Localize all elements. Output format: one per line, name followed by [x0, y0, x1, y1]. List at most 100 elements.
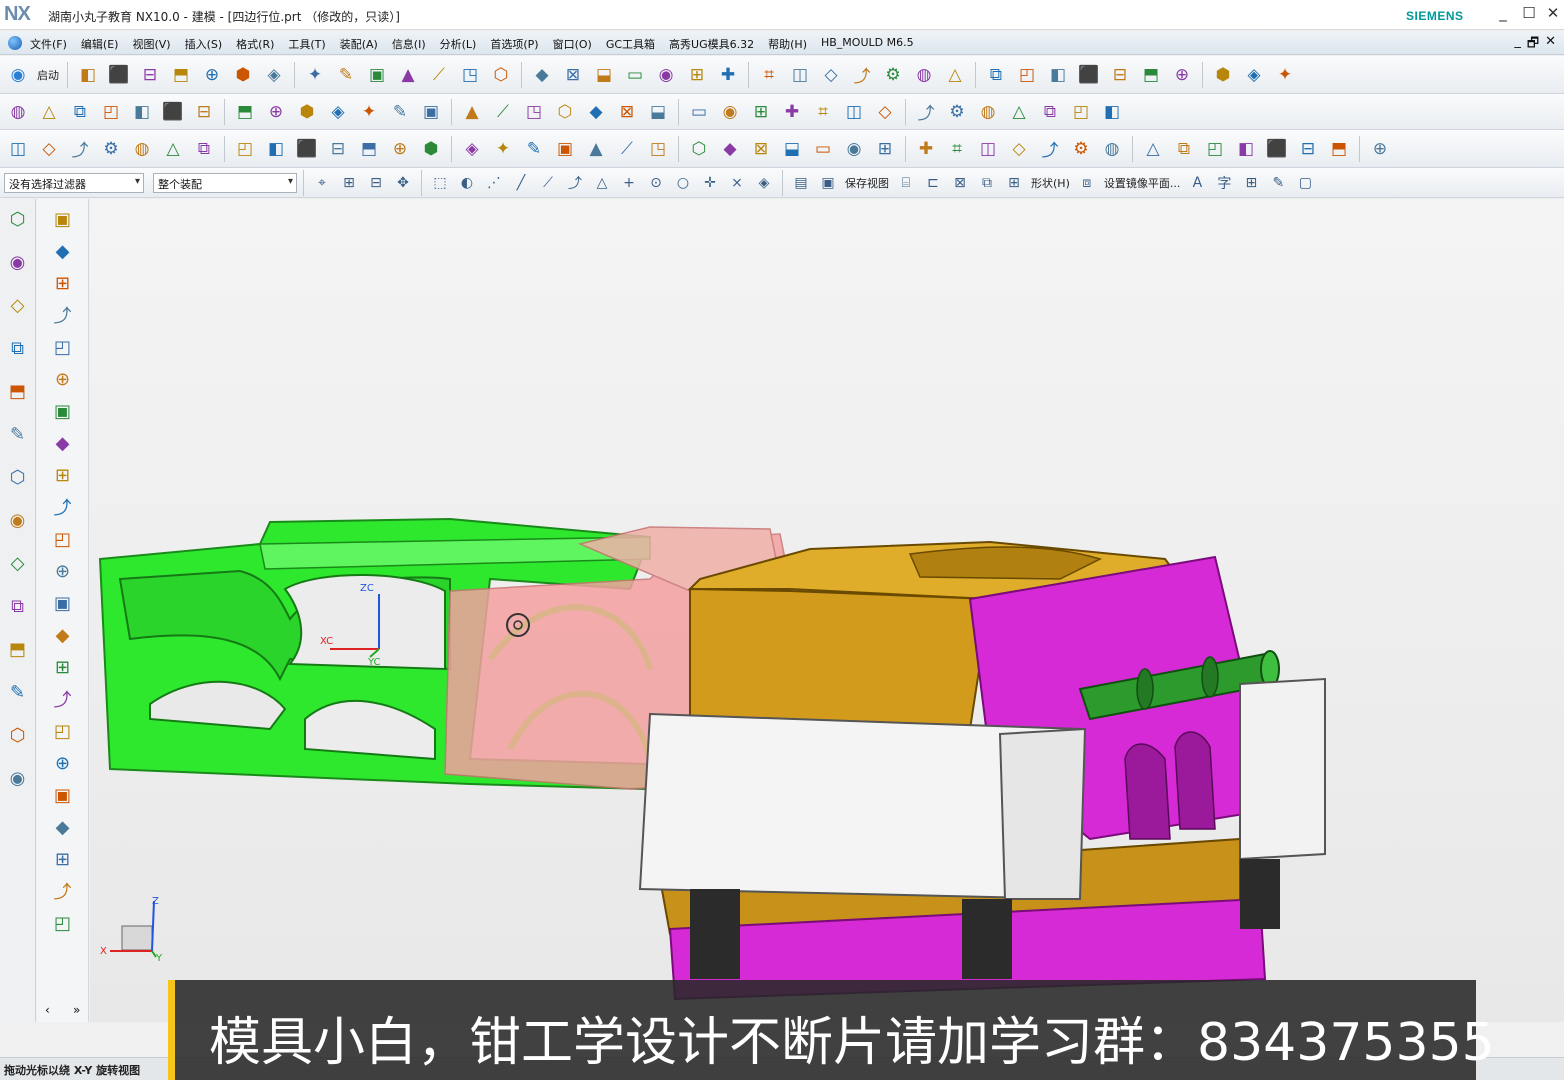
- snap-line-icon[interactable]: ╱: [509, 171, 533, 195]
- box-icon[interactable]: ▢: [1293, 171, 1317, 195]
- screen-icon[interactable]: ⊞: [49, 653, 77, 681]
- snap-face-icon[interactable]: ◈: [752, 171, 776, 195]
- offset2-icon[interactable]: ⬒: [1325, 135, 1353, 163]
- intersection-icon[interactable]: ◰: [1067, 98, 1095, 126]
- select-icon[interactable]: ⚙: [97, 135, 125, 163]
- roles-icon[interactable]: ✎: [4, 678, 32, 706]
- view-list-icon[interactable]: ▤: [789, 171, 813, 195]
- process-icon[interactable]: ⬡: [4, 721, 32, 749]
- trim-sheet-icon[interactable]: ⬢: [417, 135, 445, 163]
- part-navigator-icon[interactable]: ⧉: [4, 334, 32, 362]
- grid-icon[interactable]: ⊞: [1239, 171, 1263, 195]
- shaded-icon[interactable]: ◐: [455, 171, 479, 195]
- rectangle-icon[interactable]: ⊟: [1106, 61, 1134, 89]
- cylinder-tool-icon[interactable]: ◰: [49, 525, 77, 553]
- rect2-icon[interactable]: ⤴: [1036, 135, 1064, 163]
- unite-icon[interactable]: ⊞: [747, 98, 775, 126]
- rect-select-icon[interactable]: ⬚: [428, 171, 452, 195]
- character-icon[interactable]: 字: [1212, 171, 1236, 195]
- shape-icon[interactable]: ⧉: [1170, 135, 1198, 163]
- offset-curve-icon[interactable]: ⧉: [982, 61, 1010, 89]
- fit-view-icon[interactable]: ▣: [363, 61, 391, 89]
- slice-icon[interactable]: ⊕: [49, 365, 77, 393]
- rotate-icon[interactable]: ◳: [456, 61, 484, 89]
- paint-icon[interactable]: ◇: [35, 135, 63, 163]
- surface-icon[interactable]: ⧉: [190, 135, 218, 163]
- sweep-icon[interactable]: ▣: [551, 135, 579, 163]
- reuse-library-icon[interactable]: ⬒: [4, 377, 32, 405]
- view-camera-icon[interactable]: ⌸: [894, 171, 918, 195]
- fillet-icon[interactable]: ◧: [1044, 61, 1072, 89]
- circle2-icon[interactable]: ⬢: [1209, 61, 1237, 89]
- curve-tool-icon[interactable]: ◧: [1098, 98, 1126, 126]
- orient-icon[interactable]: ⬡: [487, 61, 515, 89]
- extend-icon[interactable]: ⬒: [355, 135, 383, 163]
- shell-icon[interactable]: ⟋: [489, 98, 517, 126]
- menu-item[interactable]: 格式(R): [236, 36, 274, 52]
- maximize-button[interactable]: ☐: [1518, 4, 1540, 24]
- circle-icon[interactable]: ⊕: [1168, 61, 1196, 89]
- wire-box2-icon[interactable]: ▭: [621, 61, 649, 89]
- save-icon[interactable]: ⊟: [136, 61, 164, 89]
- projection-icon[interactable]: ⧉: [1036, 98, 1064, 126]
- shaded-box-icon[interactable]: ⊠: [559, 61, 587, 89]
- arc2-icon[interactable]: ◇: [1005, 135, 1033, 163]
- menu-item[interactable]: 编辑(E): [81, 36, 119, 52]
- scroll-left-icon[interactable]: ‹: [45, 1003, 50, 1017]
- layers-icon[interactable]: ◫: [4, 135, 32, 163]
- pencil-icon[interactable]: ✎: [1266, 171, 1290, 195]
- cone-feature-icon[interactable]: ◰: [97, 98, 125, 126]
- menu-item[interactable]: 插入(S): [185, 36, 223, 52]
- mirror-plane-label[interactable]: 设置镜像平面...: [1104, 175, 1181, 191]
- pattern-icon[interactable]: ▲: [458, 98, 486, 126]
- type-filter-dropdown[interactable]: 没有选择过滤器: [4, 172, 144, 193]
- tools-icon[interactable]: ⤴: [66, 135, 94, 163]
- line2-icon[interactable]: ◫: [974, 135, 1002, 163]
- point-icon[interactable]: ◍: [974, 98, 1002, 126]
- menu-item[interactable]: 视图(V): [132, 36, 170, 52]
- snap-icon[interactable]: ✎: [332, 61, 360, 89]
- replace-icon[interactable]: ◫: [840, 98, 868, 126]
- menu-item[interactable]: 信息(I): [392, 36, 426, 52]
- patch-icon[interactable]: ⤴: [912, 98, 940, 126]
- start-icon[interactable]: ◉: [4, 61, 32, 89]
- ellipse-icon[interactable]: ✦: [1271, 61, 1299, 89]
- history-icon[interactable]: ◉: [4, 506, 32, 534]
- sketch-icon[interactable]: ◍: [4, 98, 32, 126]
- panels-icon[interactable]: ▣: [49, 397, 77, 425]
- close-button[interactable]: ✕: [1542, 4, 1564, 24]
- add-selection-icon[interactable]: ⊞: [337, 171, 361, 195]
- layer-icon[interactable]: ⧉: [975, 171, 999, 195]
- perpendicular-icon[interactable]: ⤴: [848, 61, 876, 89]
- ruled-icon[interactable]: ⊟: [324, 135, 352, 163]
- insert-icon[interactable]: ◆: [716, 135, 744, 163]
- hole-icon[interactable]: ⬛: [159, 98, 187, 126]
- grid-icon[interactable]: ◰: [1013, 61, 1041, 89]
- graphics-viewport[interactable]: ZC XC YC Z X Y: [90, 199, 1564, 1022]
- curve-icon[interactable]: △: [941, 61, 969, 89]
- text-icon[interactable]: A: [1185, 171, 1209, 195]
- palette-icon[interactable]: ◇: [4, 549, 32, 577]
- redo-icon[interactable]: ⬢: [229, 61, 257, 89]
- csys-icon[interactable]: ⤴: [49, 301, 77, 329]
- window-icon[interactable]: ⊞: [49, 845, 77, 873]
- snap-mid-icon[interactable]: ⟋: [536, 171, 560, 195]
- parallel-icon[interactable]: ◇: [817, 61, 845, 89]
- start-menu-label[interactable]: 启动: [37, 67, 59, 83]
- slider-icon[interactable]: ◉: [840, 135, 868, 163]
- insert2-icon[interactable]: ▣: [49, 781, 77, 809]
- extract-icon[interactable]: ⬓: [644, 98, 672, 126]
- shape-icon[interactable]: ⊞: [1002, 171, 1026, 195]
- cooling-icon[interactable]: ⌗: [943, 135, 971, 163]
- nx-app-icon[interactable]: [8, 36, 22, 50]
- split2-icon[interactable]: ⤴: [49, 685, 77, 713]
- menu-item[interactable]: 首选项(P): [490, 36, 538, 52]
- mesh-icon[interactable]: ◧: [262, 135, 290, 163]
- face-blend-icon[interactable]: ✦: [489, 135, 517, 163]
- groove-icon[interactable]: ⬒: [231, 98, 259, 126]
- menu-tool-icon[interactable]: ◰: [49, 717, 77, 745]
- swept-icon[interactable]: ⬛: [293, 135, 321, 163]
- iso-box-icon[interactable]: ◉: [652, 61, 680, 89]
- mountain-icon[interactable]: ◆: [49, 621, 77, 649]
- core-icon[interactable]: ⬓: [778, 135, 806, 163]
